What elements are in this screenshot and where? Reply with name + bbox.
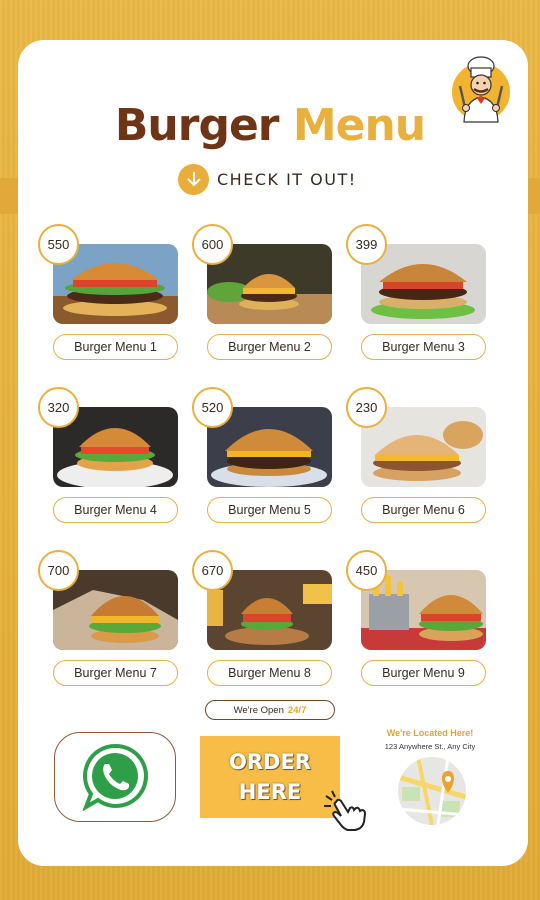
- price-badge: 550: [38, 224, 79, 265]
- price-badge: 230: [346, 387, 387, 428]
- hours-pill: We're Open 24/7: [205, 700, 335, 720]
- location-address: 123 Anywhere St., Any City: [384, 742, 476, 751]
- menu-item-4[interactable]: 320 Burger Menu 4: [38, 387, 178, 523]
- menu-item-5[interactable]: 520 Burger Menu 5: [192, 387, 332, 523]
- menu-item-name[interactable]: Burger Menu 2: [207, 334, 332, 360]
- hours-value: 24/7: [287, 704, 307, 716]
- menu-item-name[interactable]: Burger Menu 8: [207, 660, 332, 686]
- menu-item-name[interactable]: Burger Menu 1: [53, 334, 178, 360]
- menu-item-6[interactable]: 230 Burger Menu 6: [346, 387, 486, 523]
- page-title: Burger Menu: [0, 100, 540, 151]
- order-line-1: ORDER: [229, 749, 311, 774]
- map-thumbnail[interactable]: [398, 757, 466, 825]
- price-badge: 399: [346, 224, 387, 265]
- price-badge: 600: [192, 224, 233, 265]
- pointing-hand-icon: [324, 790, 367, 831]
- menu-item-1[interactable]: 550 Burger Menu 1: [38, 224, 178, 360]
- menu-item-3[interactable]: 399 Burger Menu 3: [346, 224, 486, 360]
- price-badge: 450: [346, 550, 387, 591]
- price-badge: 670: [192, 550, 233, 591]
- order-here-button[interactable]: ORDER HERE: [200, 736, 340, 818]
- whatsapp-button[interactable]: [54, 732, 176, 822]
- menu-item-name[interactable]: Burger Menu 4: [53, 497, 178, 523]
- arrow-down-icon: [178, 163, 209, 195]
- location-title: We're Located Here!: [386, 728, 474, 738]
- price-badge: 700: [38, 550, 79, 591]
- title-part-menu: Menu: [292, 100, 426, 151]
- menu-item-2[interactable]: 600 Burger Menu 2: [192, 224, 332, 360]
- menu-item-name[interactable]: Burger Menu 6: [361, 497, 486, 523]
- price-badge: 520: [192, 387, 233, 428]
- check-it-out-label: CHECK IT OUT!: [217, 169, 357, 189]
- order-line-2: HERE: [238, 780, 302, 804]
- menu-item-name[interactable]: Burger Menu 5: [207, 497, 332, 523]
- menu-item-9[interactable]: 450 Burger Menu 9: [346, 550, 486, 686]
- menu-item-name[interactable]: Burger Menu 9: [361, 660, 486, 686]
- menu-item-8[interactable]: 670 Burger Menu 8: [192, 550, 332, 686]
- menu-item-name[interactable]: Burger Menu 7: [53, 660, 178, 686]
- menu-item-name[interactable]: Burger Menu 3: [361, 334, 486, 360]
- hours-label: We're Open: [233, 704, 284, 716]
- menu-item-7[interactable]: 700 Burger Menu 7: [38, 550, 178, 686]
- title-part-burger: Burger: [114, 100, 280, 151]
- whatsapp-icon: [82, 743, 148, 811]
- price-badge: 320: [38, 387, 79, 428]
- check-it-out: CHECK IT OUT!: [178, 163, 357, 195]
